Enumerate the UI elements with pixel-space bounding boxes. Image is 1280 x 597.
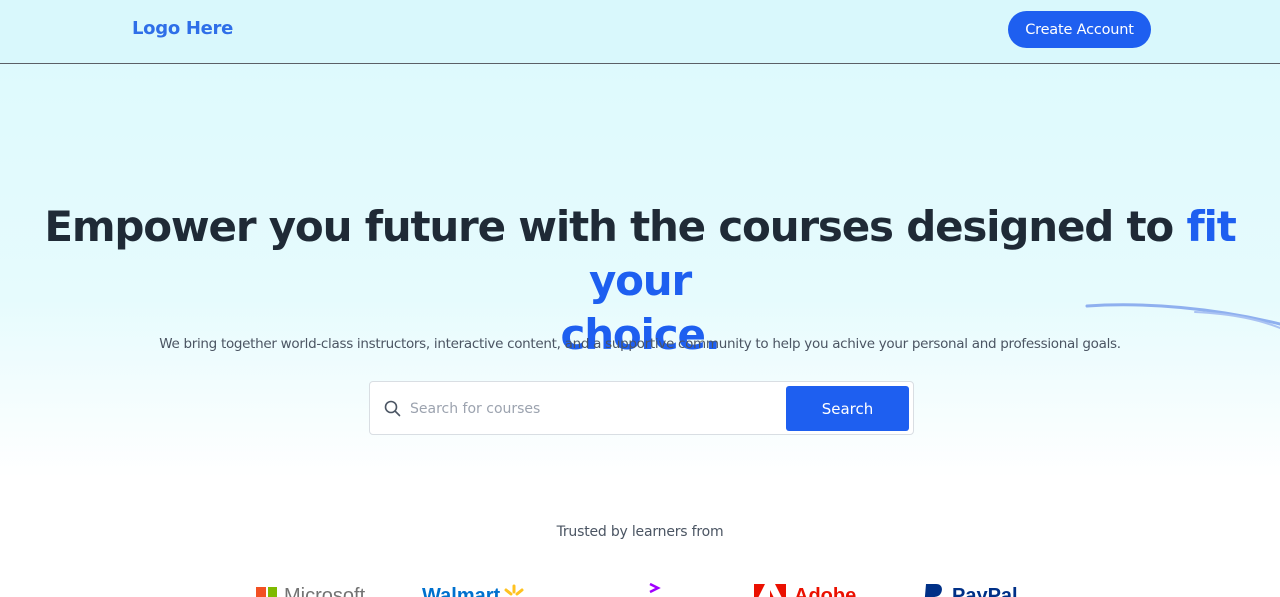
microsoft-grid-icon — [256, 587, 277, 597]
headline-text: Empower you future with the courses desi… — [44, 202, 1187, 251]
decorative-swoosh — [1085, 303, 1280, 329]
trusted-label: Trusted by learners from — [556, 524, 724, 540]
walmart-spark-icon — [504, 584, 524, 596]
brand-name: Walmart — [422, 585, 501, 597]
brand-logos: Microsoft Walmart Adobe PayPal — [0, 580, 1280, 597]
logo[interactable]: Logo Here — [132, 18, 233, 39]
accenture-chevron-icon — [649, 582, 661, 594]
microsoft-logo: Microsoft — [256, 584, 365, 597]
adobe-logo: Adobe — [754, 584, 856, 597]
walmart-logo: Walmart — [422, 584, 525, 597]
brand-name: PayPal — [952, 585, 1018, 597]
course-search-bar: Search — [369, 381, 914, 435]
paypal-icon — [924, 584, 942, 597]
accenture-logo — [648, 582, 662, 597]
create-account-button[interactable]: Create Account — [1008, 11, 1151, 48]
search-input[interactable] — [410, 394, 780, 424]
search-icon — [384, 400, 401, 417]
brand-name: Microsoft — [284, 585, 366, 597]
paypal-logo: PayPal — [922, 584, 1018, 597]
brand-name: Adobe — [794, 585, 857, 597]
adobe-icon — [754, 584, 786, 597]
search-button[interactable]: Search — [786, 386, 909, 431]
hero-subtitle: We bring together world-class instructor… — [159, 336, 1121, 352]
top-navbar: Logo Here Create Account — [0, 0, 1280, 64]
